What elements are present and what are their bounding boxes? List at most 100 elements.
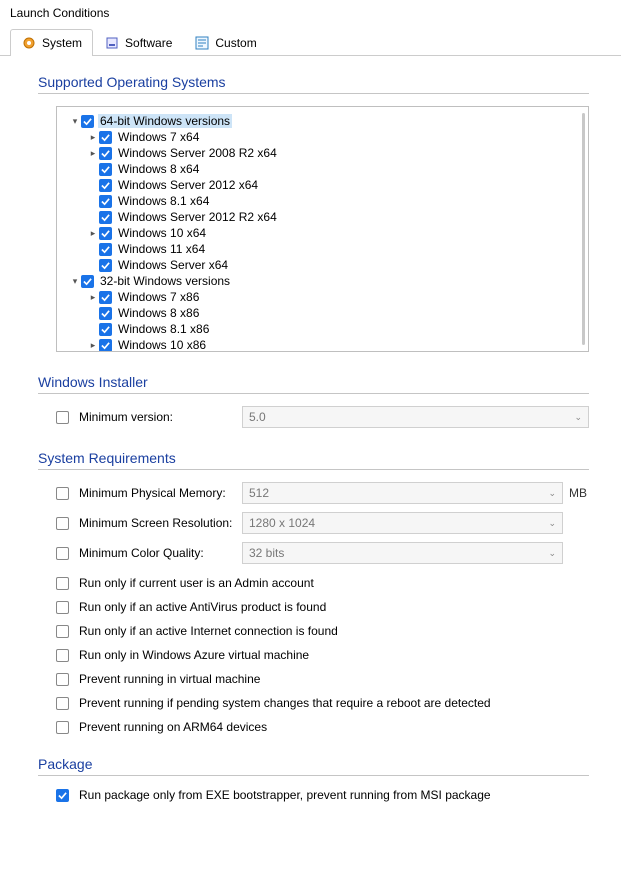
tree-label[interactable]: 64-bit Windows versions — [98, 114, 232, 128]
tree-checkbox[interactable] — [81, 275, 94, 288]
exe-only-label: Run package only from EXE bootstrapper, … — [79, 788, 491, 802]
tab-system[interactable]: System — [10, 29, 93, 56]
expander-icon[interactable]: ▸ — [87, 228, 99, 239]
tree-label[interactable]: Windows Server 2012 R2 x64 — [116, 210, 279, 224]
memory-unit: MB — [569, 486, 589, 500]
tree-label[interactable]: Windows 8 x86 — [116, 306, 201, 320]
requirement-checkbox[interactable] — [56, 697, 69, 710]
tree-checkbox[interactable] — [81, 115, 94, 128]
requirement-checkbox[interactable] — [56, 673, 69, 686]
requirement-label: Prevent running if pending system change… — [79, 696, 491, 710]
requirement-checkbox[interactable] — [56, 625, 69, 638]
tree-row[interactable]: Windows 8.1 x86 — [61, 321, 584, 337]
tree-label[interactable]: Windows 10 x64 — [116, 226, 208, 240]
tree-checkbox[interactable] — [99, 163, 112, 176]
min-color-value: 32 bits — [249, 546, 284, 560]
tree-label[interactable]: Windows 8 x64 — [116, 162, 201, 176]
tree-label[interactable]: 32-bit Windows versions — [98, 274, 232, 288]
requirement-label: Run only if an active Internet connectio… — [79, 624, 338, 638]
tree-checkbox[interactable] — [99, 179, 112, 192]
tree-row[interactable]: Windows 8 x86 — [61, 305, 584, 321]
requirement-checkbox[interactable] — [56, 601, 69, 614]
tab-icon — [21, 35, 37, 51]
tree-label[interactable]: Windows Server x64 — [116, 258, 230, 272]
tree-checkbox[interactable] — [99, 211, 112, 224]
requirement-label: Prevent running in virtual machine — [79, 672, 260, 686]
window-title: Launch Conditions — [0, 0, 621, 24]
tree-label[interactable]: Windows 8.1 x86 — [116, 322, 211, 336]
tree-row[interactable]: ▸ Windows 10 x64 — [61, 225, 584, 241]
expander-icon[interactable]: ▸ — [87, 340, 99, 351]
min-screen-select[interactable]: 1280 x 1024 ⌄ — [242, 512, 563, 534]
tree-checkbox[interactable] — [99, 307, 112, 320]
tree-row[interactable]: ▸ Windows 7 x64 — [61, 129, 584, 145]
tree-row[interactable]: Windows 8.1 x64 — [61, 193, 584, 209]
expander-icon[interactable]: ▸ — [87, 132, 99, 143]
min-version-checkbox[interactable] — [56, 411, 69, 424]
min-color-checkbox[interactable] — [56, 547, 69, 560]
tab-label: System — [42, 36, 82, 50]
tree-checkbox[interactable] — [99, 339, 112, 352]
tree-row[interactable]: ▾ 64-bit Windows versions — [61, 113, 584, 129]
tab-label: Custom — [215, 36, 256, 50]
tree-checkbox[interactable] — [99, 259, 112, 272]
tree-checkbox[interactable] — [99, 131, 112, 144]
requirement-checkbox[interactable] — [56, 577, 69, 590]
expander-icon[interactable]: ▸ — [87, 148, 99, 159]
section-sysreq-title: System Requirements — [38, 450, 589, 470]
tree-row[interactable]: ▸ Windows 7 x86 — [61, 289, 584, 305]
tree-checkbox[interactable] — [99, 323, 112, 336]
expander-icon[interactable]: ▾ — [69, 276, 81, 287]
chevron-down-icon: ⌄ — [548, 488, 556, 499]
tree-row[interactable]: Windows Server 2012 R2 x64 — [61, 209, 584, 225]
tab-icon — [194, 35, 210, 51]
scrollbar[interactable] — [582, 113, 585, 345]
requirement-label: Run only if an active AntiVirus product … — [79, 600, 326, 614]
requirement-checkbox[interactable] — [56, 721, 69, 734]
min-screen-checkbox[interactable] — [56, 517, 69, 530]
requirement-checkbox[interactable] — [56, 649, 69, 662]
tree-row[interactable]: Windows 8 x64 — [61, 161, 584, 177]
tree-row[interactable]: ▸ Windows Server 2008 R2 x64 — [61, 145, 584, 161]
tree-label[interactable]: Windows 11 x64 — [116, 242, 207, 256]
tab-software[interactable]: Software — [93, 29, 183, 56]
tree-row[interactable]: ▾ 32-bit Windows versions — [61, 273, 584, 289]
min-memory-value: 512 — [249, 486, 269, 500]
tree-checkbox[interactable] — [99, 291, 112, 304]
tree-checkbox[interactable] — [99, 147, 112, 160]
tab-custom[interactable]: Custom — [183, 29, 267, 56]
min-version-select[interactable]: 5.0 ⌄ — [242, 406, 589, 428]
tree-checkbox[interactable] — [99, 227, 112, 240]
tree-checkbox[interactable] — [99, 243, 112, 256]
tab-label: Software — [125, 36, 172, 50]
tree-label[interactable]: Windows 8.1 x64 — [116, 194, 211, 208]
tree-row[interactable]: Windows Server x64 — [61, 257, 584, 273]
expander-icon[interactable]: ▾ — [69, 116, 81, 127]
tree-label[interactable]: Windows 7 x64 — [116, 130, 201, 144]
min-memory-checkbox[interactable] — [56, 487, 69, 500]
tree-label[interactable]: Windows Server 2012 x64 — [116, 178, 260, 192]
tree-label[interactable]: Windows 10 x86 — [116, 338, 208, 352]
section-package-title: Package — [38, 756, 589, 776]
min-memory-select[interactable]: 512 ⌄ — [242, 482, 563, 504]
min-screen-value: 1280 x 1024 — [249, 516, 315, 530]
tree-checkbox[interactable] — [99, 195, 112, 208]
tree-label[interactable]: Windows 7 x86 — [116, 290, 201, 304]
requirement-label: Prevent running on ARM64 devices — [79, 720, 267, 734]
tree-row[interactable]: Windows 11 x64 — [61, 241, 584, 257]
tree-row[interactable]: Windows Server 2012 x64 — [61, 177, 584, 193]
tabs: System Software Custom — [0, 28, 621, 56]
min-color-label: Minimum Color Quality: — [79, 546, 204, 560]
min-color-select[interactable]: 32 bits ⌄ — [242, 542, 563, 564]
section-os-title: Supported Operating Systems — [38, 74, 589, 94]
min-version-label: Minimum version: — [79, 410, 173, 424]
exe-only-checkbox[interactable] — [56, 789, 69, 802]
min-version-value: 5.0 — [249, 410, 266, 424]
os-tree[interactable]: ▾ 64-bit Windows versions ▸ Windows 7 x64 ▸ W… — [56, 106, 589, 352]
tree-label[interactable]: Windows Server 2008 R2 x64 — [116, 146, 279, 160]
section-installer-title: Windows Installer — [38, 374, 589, 394]
expander-icon[interactable]: ▸ — [87, 292, 99, 303]
tab-icon — [104, 35, 120, 51]
tree-row[interactable]: ▸ Windows 10 x86 — [61, 337, 584, 352]
requirement-label: Run only in Windows Azure virtual machin… — [79, 648, 309, 662]
